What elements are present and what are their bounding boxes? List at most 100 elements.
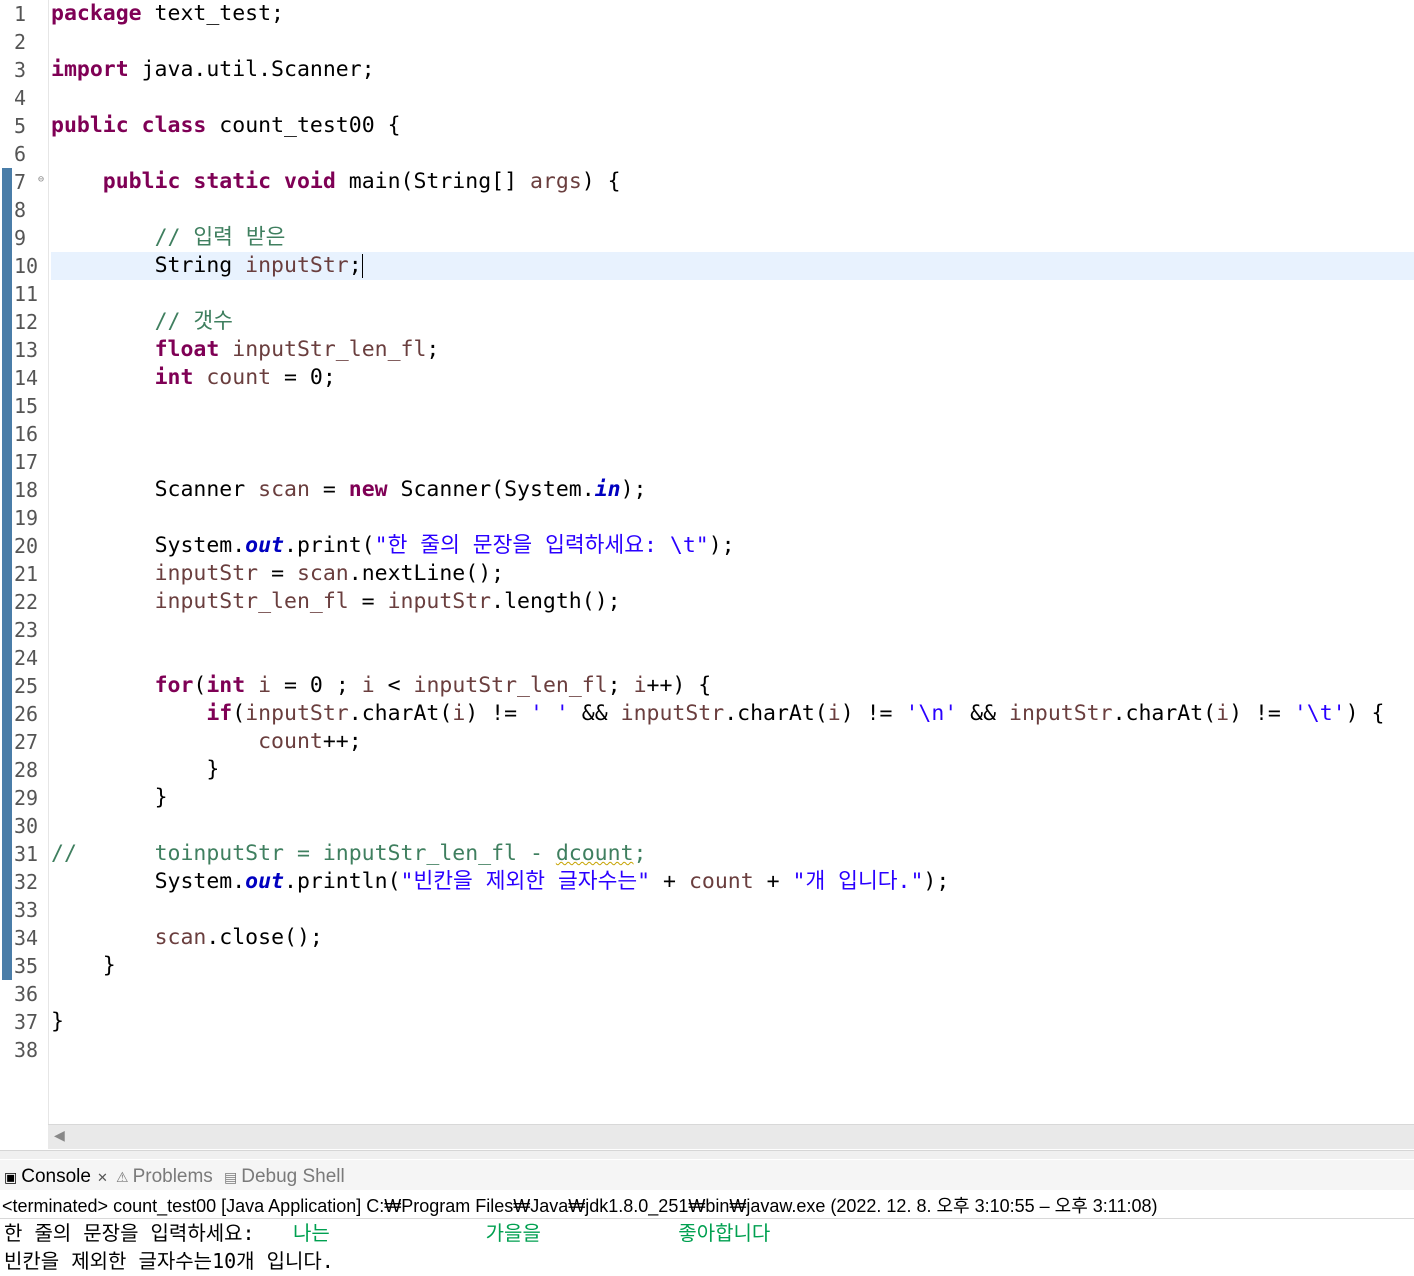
line-number: 12 [14, 310, 39, 334]
code-line-27: count++; [51, 728, 1414, 756]
variable: inputStr [1009, 701, 1113, 726]
code-text: ; [607, 673, 634, 698]
line-number: 33 [14, 898, 39, 922]
line-number: 8 [14, 198, 27, 222]
line-number: 19 [14, 506, 39, 530]
code-editor[interactable]: 1 2 3 4 5 6 7 8 9 10 11 12 13 14 15 16 17 18 19 20 21 22 23 24 2… [0, 0, 1414, 1124]
code-line-35: } [51, 952, 1414, 980]
debug-shell-icon: ▤ [224, 1169, 238, 1185]
variable: count [206, 365, 272, 390]
variable: inputStr [245, 701, 349, 726]
console-tab-bar: ▣ Console ✕ ⚠ Problems ▤ Debug Shell [0, 1160, 1414, 1190]
line-number: 36 [14, 982, 39, 1006]
code-line-22: inputStr_len_fl = inputStr.length(); [51, 588, 1414, 616]
code-text: ; [426, 337, 440, 362]
code-text: ++) { [646, 673, 712, 698]
code-line-13: float inputStr_len_fl; [51, 336, 1414, 364]
line-number: 9 [14, 226, 27, 250]
code-text: .print( [284, 533, 375, 558]
tab-debug-shell[interactable]: ▤ Debug Shell [224, 1164, 345, 1190]
variable: i [633, 673, 647, 698]
variable: count [688, 869, 754, 894]
scroll-left-icon[interactable]: ◀ [54, 1128, 65, 1144]
code-text: < [374, 673, 414, 698]
code-text: && [957, 701, 1009, 726]
char-literal: '\n' [905, 701, 958, 726]
variable: scan [258, 477, 310, 502]
tab-problems[interactable]: ⚠ Problems [116, 1164, 213, 1190]
line-number: 4 [14, 86, 27, 110]
line-number: 16 [14, 422, 39, 446]
comment: // 갯수 [154, 309, 233, 334]
variable: inputStr [245, 253, 349, 278]
code-text: ) != [840, 701, 906, 726]
code-text: String [154, 253, 246, 278]
variable: i [452, 701, 466, 726]
code-text: ); [923, 869, 950, 894]
code-text: ( [232, 701, 246, 726]
code-text: .close(); [206, 925, 323, 950]
console-user-input: 나는 가을을 좋아합니다 [266, 1221, 771, 1245]
code-text: ) { [581, 169, 621, 194]
keyword: int [154, 365, 194, 390]
line-number: 34 [14, 926, 39, 950]
code-text: = [309, 477, 349, 502]
code-text: ) { [1345, 701, 1385, 726]
code-line-31: // toinputStr = inputStr_len_fl - dcount… [51, 840, 1414, 868]
line-number: 21 [14, 562, 39, 586]
line-number: 38 [14, 1038, 39, 1062]
code-text: && [568, 701, 621, 726]
static-field: in [594, 477, 621, 502]
fold-collapse-icon[interactable]: ⊖ [38, 174, 44, 185]
tab-label: Console [21, 1166, 91, 1187]
variable: scan [296, 561, 349, 586]
comment: toinputStr = inputStr_len_fl - [154, 841, 556, 866]
line-number: 14 [14, 366, 39, 390]
tab-console[interactable]: ▣ Console ✕ [4, 1164, 108, 1190]
code-text: = [258, 561, 297, 586]
variable: scan [154, 925, 207, 950]
variable: i [361, 673, 375, 698]
code-text: .nextLine(); [348, 561, 505, 586]
console-prompt: 한 줄의 문장을 입력하세요: [4, 1221, 267, 1245]
static-field: out [245, 869, 285, 894]
line-number: 10 [14, 254, 39, 278]
tab-label: Problems [132, 1166, 213, 1187]
code-text: } [51, 1009, 64, 1034]
code-text: .length(); [491, 589, 621, 614]
console-result-line: 빈칸을 제외한 글자수는10개 입니다. [4, 1249, 334, 1273]
code-line-25: for(int i = 0 ; i < inputStr_len_fl; i++… [51, 672, 1414, 700]
code-text: text_test; [141, 1, 284, 26]
code-text: ) != [465, 701, 530, 726]
line-number: 30 [14, 814, 39, 838]
console-output[interactable]: 한 줄의 문장을 입력하세요: 나는 가을을 좋아합니다 빈칸을 제외한 글자수… [0, 1219, 1414, 1275]
line-number: 5 [14, 114, 27, 138]
line-number: 25 [14, 674, 39, 698]
line-number: 27 [14, 730, 39, 754]
line-number: 6 [14, 142, 27, 166]
code-text: = 0; [271, 365, 336, 390]
code-text: + [753, 869, 793, 894]
code-text: ( [193, 673, 207, 698]
keyword: package [51, 1, 142, 26]
line-number: 3 [14, 58, 27, 82]
variable: inputStr [154, 561, 259, 586]
static-field: out [245, 533, 285, 558]
code-line-29: } [51, 784, 1414, 812]
code-text: ; [348, 253, 362, 278]
variable: inputStr_len_fl [413, 673, 608, 698]
panel-divider[interactable] [0, 1150, 1414, 1159]
keyword: new [348, 477, 388, 502]
code-line-37: } [51, 1008, 1414, 1036]
variable: inputStr [620, 701, 725, 726]
code-text: ); [620, 477, 647, 502]
method-range-indicator [2, 168, 12, 980]
code-line-7: public static void main(String[] args) { [51, 168, 1414, 196]
close-icon[interactable]: ✕ [97, 1170, 108, 1185]
horizontal-scrollbar[interactable]: ◀ [48, 1124, 1414, 1149]
code-text: } [206, 757, 220, 782]
code-line-28: } [51, 756, 1414, 784]
line-number: 20 [14, 534, 39, 558]
comment: // 입력 받은 [154, 225, 286, 250]
code-line-18: Scanner scan = new Scanner(System.in); [51, 476, 1414, 504]
